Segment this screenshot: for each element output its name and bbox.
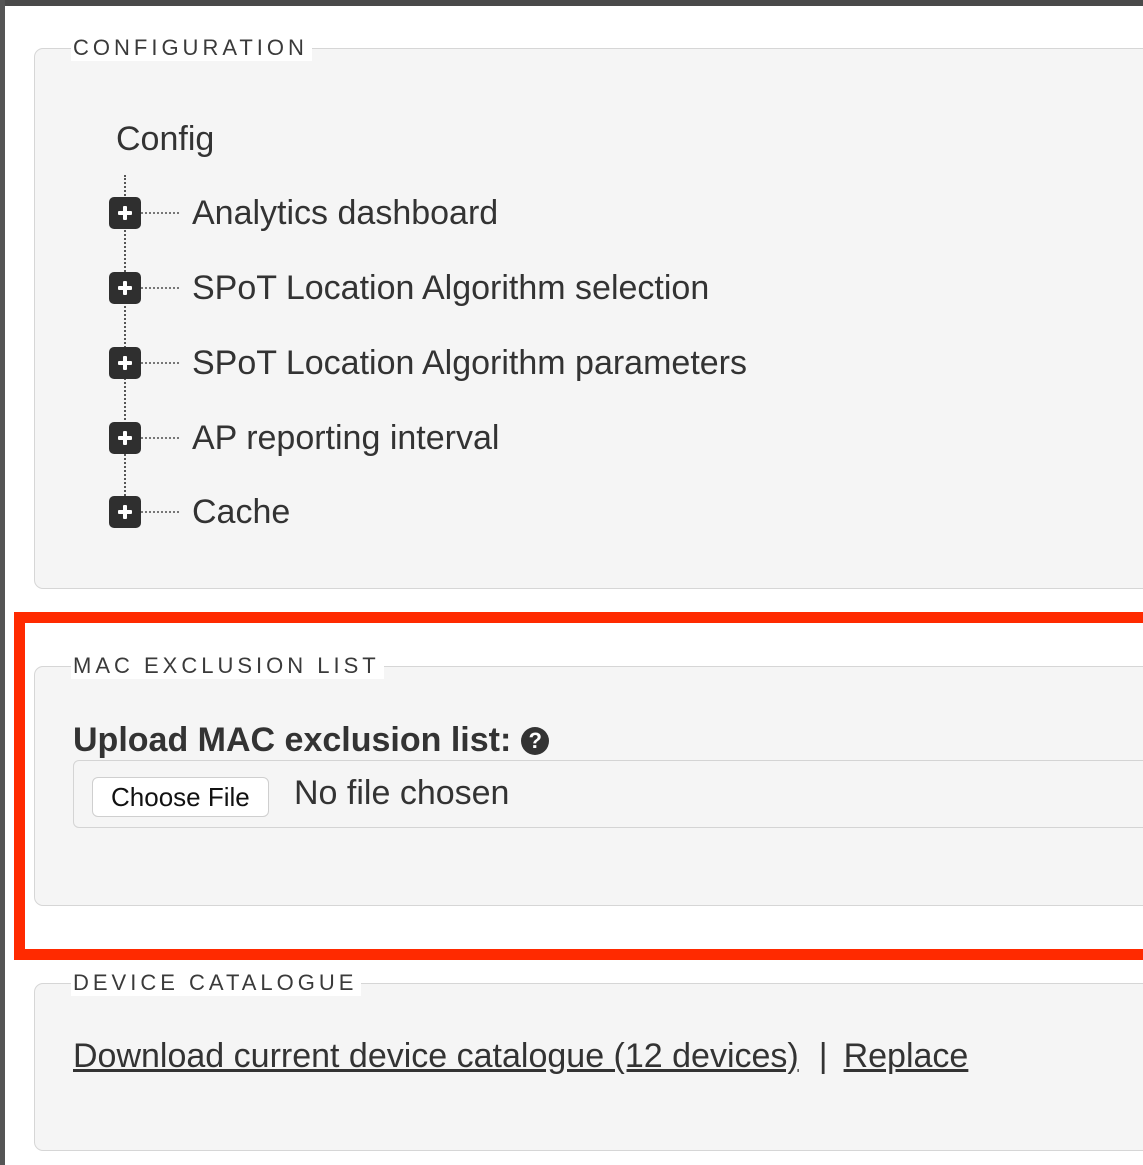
plus-square-icon[interactable] bbox=[109, 272, 141, 304]
plus-square-icon[interactable] bbox=[109, 197, 141, 229]
tree-item-label[interactable]: SPoT Location Algorithm selection bbox=[192, 269, 709, 308]
tree-item-label[interactable]: AP reporting interval bbox=[192, 419, 499, 458]
file-input-well: Choose File No file chosen bbox=[73, 760, 1143, 828]
tree-branch-line bbox=[141, 287, 179, 289]
plus-square-icon[interactable] bbox=[109, 422, 141, 454]
tree-item-cache[interactable]: Cache bbox=[109, 492, 290, 532]
upload-mac-label-text: Upload MAC exclusion list: bbox=[73, 721, 512, 759]
window-top-border bbox=[0, 0, 1143, 6]
tree-branch-line bbox=[141, 212, 179, 214]
configuration-fieldset: CONFIGURATION Config Analytics dashboard… bbox=[34, 35, 1143, 589]
tree-item-analytics-dashboard[interactable]: Analytics dashboard bbox=[109, 193, 498, 233]
configuration-legend: CONFIGURATION bbox=[71, 35, 312, 61]
window-left-border bbox=[0, 0, 5, 1165]
tree-item-label[interactable]: Cache bbox=[192, 493, 290, 532]
tree-branch-line bbox=[141, 362, 179, 364]
tree-branch-line bbox=[141, 511, 179, 513]
tree-item-ap-reporting-interval[interactable]: AP reporting interval bbox=[109, 418, 499, 458]
plus-square-icon[interactable] bbox=[109, 496, 141, 528]
device-catalogue-fieldset: DEVICE CATALOGUE Download current device… bbox=[34, 970, 1143, 1151]
download-catalogue-link[interactable]: Download current device catalogue (12 de… bbox=[73, 1037, 799, 1075]
mac-exclusion-fieldset: MAC EXCLUSION LIST Upload MAC exclusion … bbox=[34, 653, 1143, 906]
help-icon[interactable]: ? bbox=[521, 726, 550, 755]
tree-item-label[interactable]: SPoT Location Algorithm parameters bbox=[192, 344, 747, 383]
tree-branch-line bbox=[141, 437, 179, 439]
mac-exclusion-legend: MAC EXCLUSION LIST bbox=[71, 653, 384, 679]
choose-file-button[interactable]: Choose File bbox=[92, 777, 269, 817]
tree-item-label[interactable]: Analytics dashboard bbox=[192, 194, 498, 233]
link-separator: | bbox=[818, 1037, 828, 1075]
file-status-text: No file chosen bbox=[294, 774, 510, 812]
device-catalogue-legend: DEVICE CATALOGUE bbox=[71, 970, 362, 996]
tree-item-spot-algorithm-parameters[interactable]: SPoT Location Algorithm parameters bbox=[109, 343, 747, 383]
page: CONFIGURATION Config Analytics dashboard… bbox=[0, 0, 1143, 1165]
upload-mac-label: Upload MAC exclusion list: ? bbox=[73, 721, 550, 760]
tree-item-spot-algorithm-selection[interactable]: SPoT Location Algorithm selection bbox=[109, 268, 709, 308]
plus-square-icon[interactable] bbox=[109, 347, 141, 379]
replace-catalogue-link[interactable]: Replace bbox=[844, 1037, 969, 1075]
device-catalogue-links: Download current device catalogue (12 de… bbox=[73, 1036, 968, 1076]
config-tree-root: Config bbox=[116, 120, 215, 158]
